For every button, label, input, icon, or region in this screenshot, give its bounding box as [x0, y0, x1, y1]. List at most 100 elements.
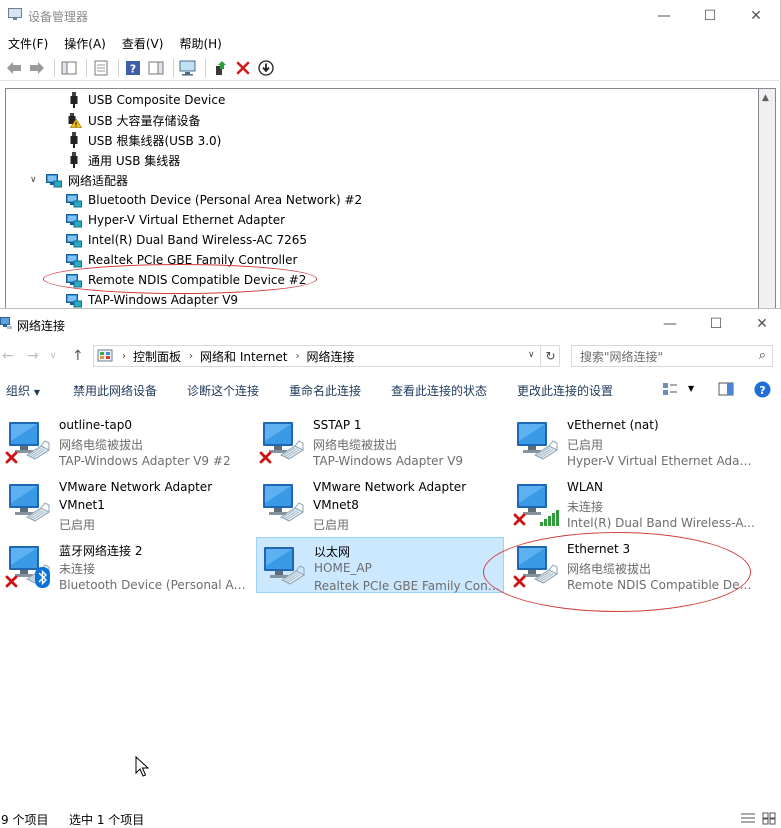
- connection-device: Hyper-V Virtual Ethernet Adap...: [567, 454, 755, 468]
- menu-action[interactable]: 操作(A): [56, 35, 114, 52]
- recent-locations-chevron-icon[interactable]: ∨: [50, 351, 57, 361]
- tree-item-label: Realtek PCIe GBE Family Controller: [88, 253, 298, 267]
- tree-item[interactable]: Bluetooth Device (Personal Area Network)…: [66, 190, 362, 210]
- connection-name: VMnet8: [313, 498, 359, 512]
- menu-help[interactable]: 帮助(H): [171, 35, 229, 52]
- breadcrumb-control-panel[interactable]: 控制面板: [133, 348, 181, 365]
- breadcrumb-network-connections[interactable]: 网络连接: [306, 348, 354, 365]
- tree-item[interactable]: Intel(R) Dual Band Wireless-AC 7265: [66, 230, 307, 250]
- dropdown-arrow-icon: ▼: [33, 388, 40, 397]
- maximize-button[interactable]: ☐: [687, 0, 733, 31]
- connection-tile[interactable]: SSTAP 1 网络电缆被拔出 TAP-Windows Adapter V9: [256, 413, 504, 469]
- toolbar-separator: [86, 58, 87, 77]
- tree-item[interactable]: Realtek PCIe GBE Family Controller: [66, 250, 297, 270]
- network-adapter-icon: [5, 481, 51, 527]
- console-tree-icon: [61, 61, 77, 74]
- up-arrow-icon[interactable]: ↑: [72, 348, 84, 364]
- breadcrumb-chevron-icon[interactable]: ›: [189, 351, 193, 362]
- details-view-icon[interactable]: [740, 812, 756, 825]
- search-placeholder: 搜索"网络连接": [580, 349, 664, 364]
- organize-button[interactable]: 组织 ▼: [6, 382, 40, 399]
- forward-arrow-icon: [30, 61, 44, 74]
- connection-name: vEthernet (nat): [567, 418, 659, 432]
- tree-item[interactable]: ∨ 网络适配器: [30, 170, 128, 190]
- connection-status: HOME_AP: [314, 561, 372, 575]
- tree-item[interactable]: Remote NDIS Compatible Device #2: [66, 270, 306, 290]
- connection-tile[interactable]: VMware Network Adapter VMnet8 已启用: [256, 475, 504, 532]
- disable-device-button[interactable]: [256, 58, 276, 78]
- back-arrow-icon: [7, 61, 21, 74]
- forward-arrow-icon[interactable]: →: [27, 348, 39, 364]
- menu-file[interactable]: 文件(F): [0, 35, 56, 52]
- address-bar[interactable]: › 控制面板 › 网络和 Internet › 网络连接: [93, 345, 560, 367]
- selected-count: 选中 1 个项目: [69, 813, 145, 827]
- tree-item[interactable]: 通用 USB 集线器: [66, 150, 180, 170]
- connection-tile[interactable]: 以太网 HOME_AP Realtek PCIe GBE Family Contr.…: [256, 537, 504, 593]
- back-button[interactable]: [4, 58, 24, 78]
- properties-button[interactable]: [91, 58, 111, 78]
- tree-item-label: USB 根集线器(USB 3.0): [88, 133, 222, 148]
- rename-command[interactable]: 重命名此连接: [289, 382, 361, 399]
- preview-pane-icon[interactable]: [718, 382, 734, 396]
- view-dropdown-arrow-icon[interactable]: ▼: [688, 384, 694, 393]
- connection-status: 网络电缆被拔出: [59, 438, 144, 452]
- title-bar: 网络连接 — ☐ ✕: [0, 309, 781, 339]
- vertical-scrollbar[interactable]: ▲: [759, 88, 776, 308]
- usb-plug-icon: [66, 92, 82, 108]
- update-driver-button[interactable]: [210, 58, 230, 78]
- help-icon[interactable]: ?: [754, 381, 771, 398]
- expand-chevron-icon[interactable]: ∨: [30, 175, 37, 185]
- connection-tile[interactable]: VMware Network Adapter VMnet1 已启用: [2, 475, 250, 532]
- connection-device: TAP-Windows Adapter V9: [313, 454, 464, 468]
- network-adapter-icon: [260, 544, 306, 590]
- address-dropdown-chevron-icon[interactable]: ∨: [528, 350, 535, 360]
- close-button[interactable]: ✕: [733, 0, 779, 31]
- show-hide-tree-button[interactable]: [59, 58, 79, 78]
- minimize-button[interactable]: —: [641, 0, 687, 31]
- usb-plug-icon: [66, 152, 82, 168]
- tree-item[interactable]: TAP-Windows Adapter V9: [66, 290, 238, 308]
- breadcrumb-network-internet[interactable]: 网络和 Internet: [200, 348, 287, 365]
- connection-tile[interactable]: WLAN 未连接 Intel(R) Dual Band Wireless-A...: [510, 475, 758, 531]
- search-input[interactable]: 搜索"网络连接" ⌕: [571, 345, 773, 367]
- network-adapter-icon: [513, 543, 559, 589]
- action-pane-button[interactable]: [146, 58, 166, 78]
- device-manager-icon: [8, 8, 22, 20]
- connection-device: 已启用: [59, 518, 96, 532]
- disable-device-command[interactable]: 禁用此网络设备: [73, 382, 157, 399]
- help-button[interactable]: ?: [123, 58, 143, 78]
- connection-tile[interactable]: 蓝牙网络连接 2 未连接 Bluetooth Device (Personal Ar…: [2, 537, 250, 593]
- forward-button[interactable]: [27, 58, 47, 78]
- scan-hardware-button[interactable]: [178, 58, 198, 78]
- menu-view[interactable]: 查看(V): [114, 35, 172, 52]
- breadcrumb-chevron-icon[interactable]: ›: [295, 351, 299, 362]
- refresh-button[interactable]: ↻: [540, 345, 560, 367]
- toolbar-separator: [173, 58, 174, 77]
- view-options-icon[interactable]: [662, 382, 678, 396]
- connection-tile[interactable]: vEthernet (nat) 已启用 Hyper-V Virtual Ethern…: [510, 413, 758, 469]
- tree-item[interactable]: Hyper-V Virtual Ethernet Adapter: [66, 210, 285, 230]
- connection-tile[interactable]: outline-tap0 网络电缆被拔出 TAP-Windows Adapter V…: [2, 413, 250, 469]
- diagnose-command[interactable]: 诊断这个连接: [187, 382, 259, 399]
- tree-item-label: USB Composite Device: [88, 93, 226, 107]
- breadcrumb-chevron-icon[interactable]: ›: [122, 351, 126, 362]
- tree-item[interactable]: USB 根集线器(USB 3.0): [66, 130, 221, 150]
- network-adapter-icon: [513, 419, 559, 465]
- toolbar: ?: [0, 55, 781, 81]
- connection-status: 网络电缆被拔出: [567, 562, 652, 576]
- large-icons-view-icon[interactable]: [762, 812, 776, 825]
- tree-item[interactable]: USB Composite Device: [66, 90, 225, 110]
- uninstall-device-button[interactable]: [233, 58, 253, 78]
- network-connections-window: 网络连接 — ☐ ✕ ← → ∨ ↑ › 控制面板 › 网络和 Internet…: [0, 308, 781, 828]
- tree-item[interactable]: USB 大容量存储设备: [66, 110, 200, 130]
- connection-tile[interactable]: Ethernet 3 网络电缆被拔出 Remote NDIS Compatible …: [510, 537, 758, 593]
- change-settings-command[interactable]: 更改此连接的设置: [517, 382, 613, 399]
- close-button[interactable]: ✕: [739, 309, 781, 339]
- minimize-button[interactable]: —: [647, 309, 693, 339]
- back-arrow-icon[interactable]: ←: [2, 348, 14, 364]
- address-bar-row: ← → ∨ ↑ › 控制面板 › 网络和 Internet › 网络连接 ∨ ↻…: [0, 342, 781, 370]
- view-status-command[interactable]: 查看此连接的状态: [391, 382, 487, 399]
- network-connections-icon: [0, 317, 12, 329]
- maximize-button[interactable]: ☐: [693, 309, 739, 339]
- scroll-up-arrow-icon[interactable]: ▲: [762, 93, 769, 103]
